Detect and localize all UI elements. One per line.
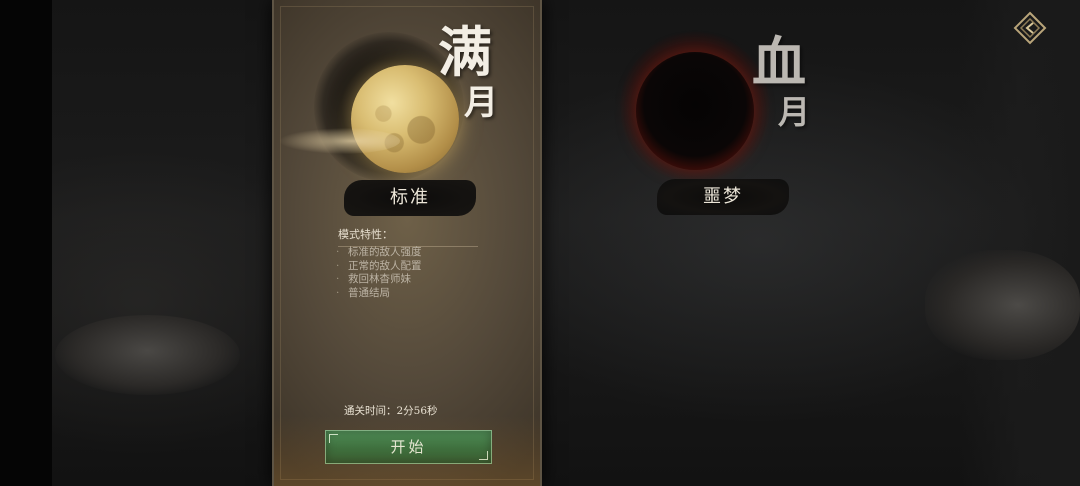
feature-item: · 救回林杳师妹 <box>336 273 422 287</box>
standard-mode-card[interactable]: 满 月 标准 模式特性： · 标准的敌人强度 · 正常的敌人配置 · 救回林杳师妹 ·… <box>272 0 542 486</box>
rock-right <box>925 250 1080 360</box>
diamond-back-icon <box>1013 11 1047 45</box>
cloud-ornament <box>280 128 400 154</box>
mode-label-nightmare: 噩梦 <box>657 179 789 215</box>
features-title: 模式特性： <box>338 226 478 247</box>
feature-item: · 普通结局 <box>336 287 422 301</box>
rock-left <box>55 315 240 395</box>
bullet-icon: · <box>336 259 340 272</box>
feature-item: · 正常的敌人配置 <box>336 260 422 274</box>
mode-label-standard: 标准 <box>344 180 476 216</box>
feature-item: · 标准的敌人强度 <box>336 246 422 260</box>
cave-wall-right <box>960 0 1080 486</box>
feature-text: 救回林杳师妹 <box>348 273 411 285</box>
bullet-icon: · <box>336 246 340 258</box>
feature-text: 标准的敌人强度 <box>348 246 422 258</box>
nightmare-mode-option[interactable]: 血 月 噩梦 <box>600 20 840 230</box>
feature-text: 普通结局 <box>348 286 390 299</box>
left-edge-bar <box>0 0 52 486</box>
clear-time: 通关时间：2分56秒 <box>344 405 438 417</box>
back-button[interactable] <box>1012 10 1048 46</box>
bullet-icon: · <box>336 286 340 299</box>
blood-moon-icon <box>636 52 754 170</box>
calligraphy-moon: 月 <box>464 83 498 123</box>
feature-list: · 标准的敌人强度 · 正常的敌人配置 · 救回林杳师妹 · 普通结局 <box>336 246 422 300</box>
bullet-icon: · <box>336 273 340 285</box>
calligraphy-full: 满 <box>438 20 492 84</box>
calligraphy-moon: 月 <box>778 93 811 131</box>
feature-text: 正常的敌人配置 <box>348 259 422 272</box>
calligraphy-blood: 血 <box>752 30 806 94</box>
start-button[interactable]: 开始 <box>325 430 492 464</box>
